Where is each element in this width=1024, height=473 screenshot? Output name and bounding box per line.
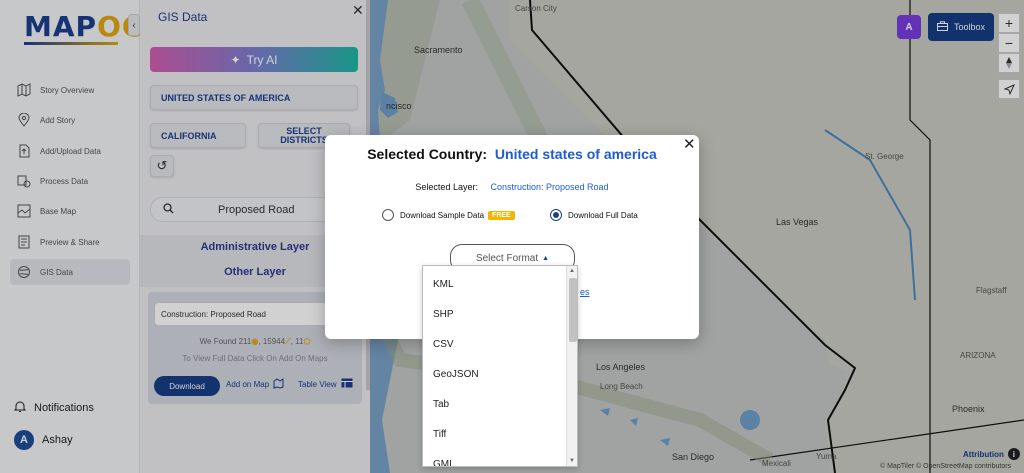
modal-link[interactable]: es — [580, 287, 590, 297]
modal-title-prefix: Selected Country: — [367, 146, 488, 162]
format-dropdown[interactable]: KML SHP CSV GeoJSON Tab Tiff GML ▲ ▼ — [422, 265, 578, 467]
selected-layer-label: Selected Layer: — [415, 182, 478, 192]
format-option-geojson[interactable]: GeoJSON — [433, 369, 479, 380]
format-placeholder: Select Format — [475, 252, 539, 264]
caret-up-icon: ▲ — [542, 254, 550, 262]
modal-title: Selected Country: United states of ameri… — [325, 146, 699, 162]
format-option-csv[interactable]: CSV — [433, 339, 454, 350]
radio-full[interactable] — [550, 209, 562, 221]
format-option-shp[interactable]: SHP — [433, 309, 454, 320]
download-full-option[interactable]: Download Full Data — [550, 209, 638, 221]
scroll-down-icon[interactable]: ▼ — [569, 458, 575, 464]
format-option-tab[interactable]: Tab — [433, 399, 449, 410]
download-sample-option[interactable]: Download Sample Data FREE — [382, 209, 515, 221]
radio-sample[interactable] — [382, 209, 394, 221]
format-option-kml[interactable]: KML — [433, 279, 454, 290]
scroll-up-icon[interactable]: ▲ — [569, 268, 575, 274]
format-option-tiff[interactable]: Tiff — [433, 429, 446, 440]
selected-country: United states of america — [494, 146, 657, 162]
selected-layer-value: Construction: Proposed Road — [490, 182, 609, 192]
scrollbar-thumb[interactable] — [569, 278, 577, 342]
full-label: Download Full Data — [568, 210, 638, 220]
free-badge: FREE — [488, 210, 515, 220]
selected-layer-line: Selected Layer: Construction: Proposed R… — [325, 182, 699, 192]
dropdown-scrollbar[interactable]: ▲ ▼ — [566, 266, 577, 466]
sample-label: Download Sample Data — [400, 210, 485, 220]
format-option-gml[interactable]: GML — [433, 459, 455, 466]
